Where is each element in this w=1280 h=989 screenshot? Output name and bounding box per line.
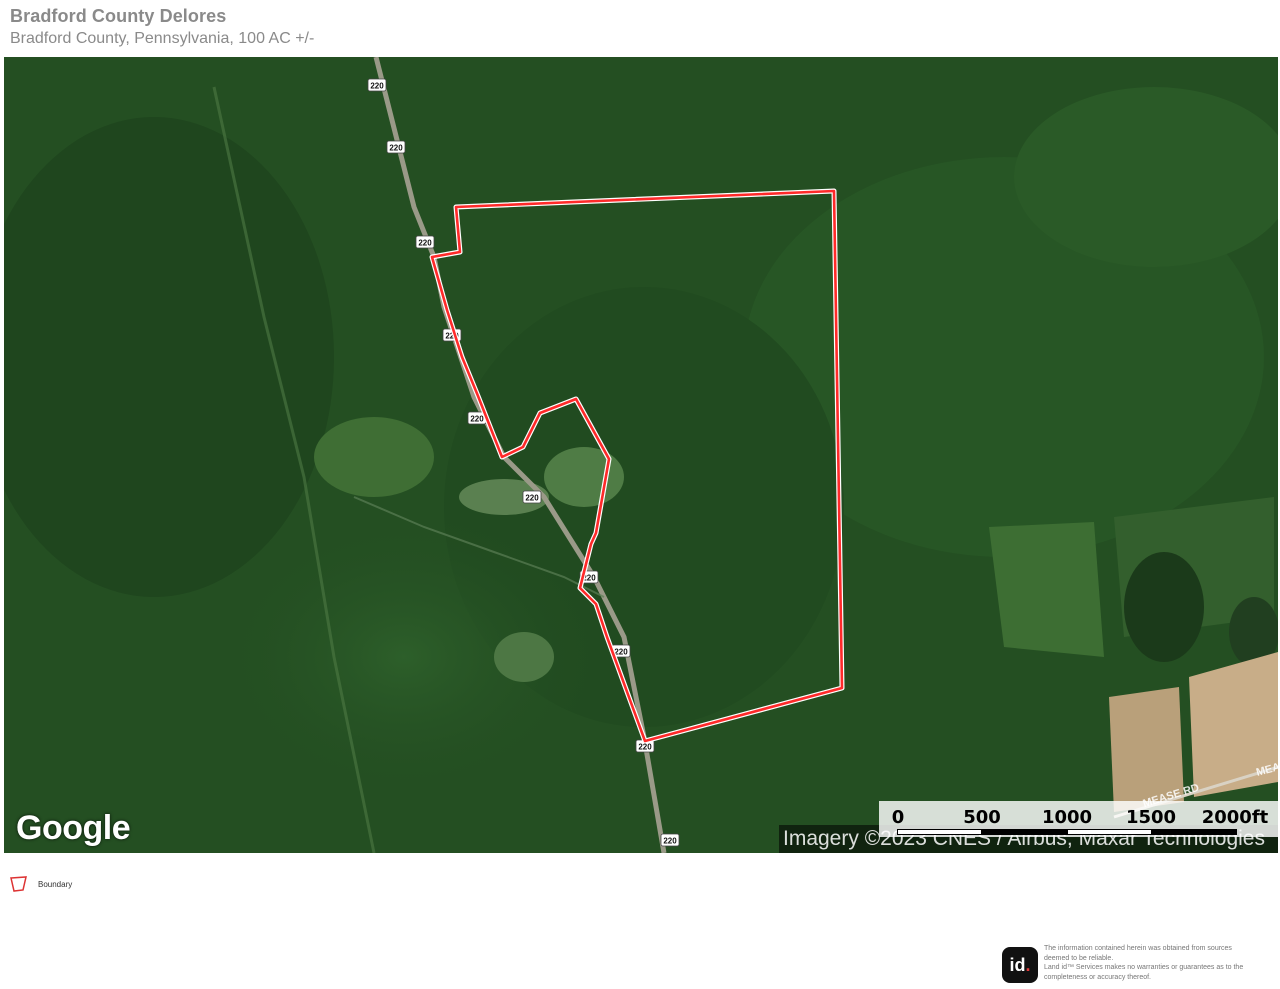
map-legend: Boundary bbox=[10, 876, 72, 892]
footer: id. The information contained herein was… bbox=[1002, 944, 1280, 983]
disclaimer-line: deemed to be reliable. bbox=[1044, 954, 1114, 962]
disclaimer-text: The information contained herein was obt… bbox=[1044, 944, 1280, 982]
scale-label-0: 0 bbox=[891, 807, 905, 828]
disclaimer-line: completeness or accuracy thereof. bbox=[1044, 973, 1151, 981]
boundary-line bbox=[430, 189, 844, 743]
property-boundary[interactable] bbox=[4, 57, 1278, 853]
page-title: Bradford County Delores bbox=[10, 6, 227, 26]
google-logo: Google bbox=[16, 809, 131, 847]
scale-label-2000ft: 2000ft bbox=[1201, 807, 1269, 828]
page-subtitle: Bradford County, Pennsylvania, 100 AC +/… bbox=[10, 30, 315, 47]
boundary-polygon-icon bbox=[10, 876, 27, 892]
legend-label-boundary: Boundary bbox=[38, 879, 73, 889]
scale-label-1000: 1000 bbox=[1041, 807, 1093, 828]
satellite-map[interactable]: 220 220 220 220 220 220 220 220 220 220 MEASE RD … bbox=[4, 57, 1278, 853]
scale-label-500: 500 bbox=[963, 807, 1001, 828]
land-id-logo: id. bbox=[1002, 947, 1038, 983]
scale-label-1500: 1500 bbox=[1125, 807, 1177, 828]
scale-bar-graphic bbox=[897, 829, 1237, 835]
scale-bar: 0 500 1000 1500 2000ft bbox=[879, 801, 1278, 837]
disclaimer-line: The information contained herein was obt… bbox=[1044, 945, 1232, 952]
land-id-logo-text: id bbox=[1009, 954, 1026, 975]
disclaimer-line: Land id™ Services makes no warranties or… bbox=[1044, 964, 1244, 971]
